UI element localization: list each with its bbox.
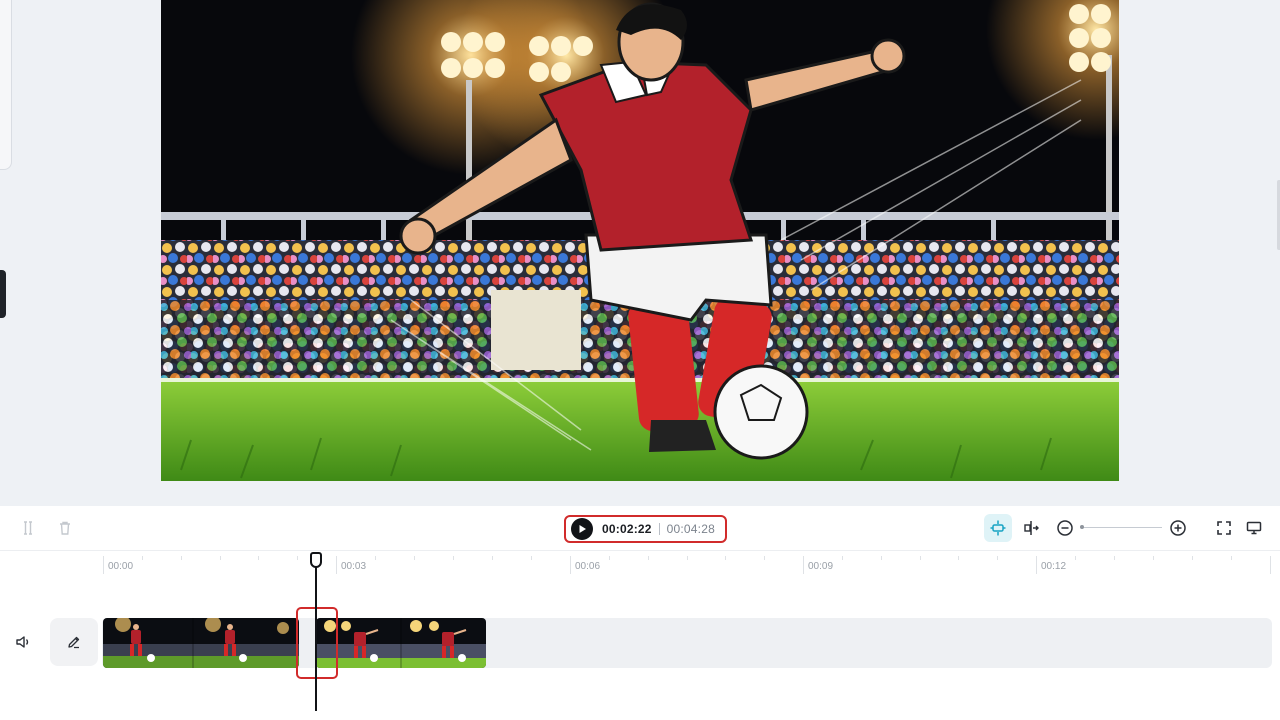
ruler-minor-tick bbox=[181, 556, 182, 560]
ruler-tick bbox=[803, 556, 804, 574]
canvas-area bbox=[0, 0, 1280, 506]
ruler-label: 00:06 bbox=[575, 561, 601, 572]
time-separator bbox=[658, 523, 660, 535]
playback-controls: 00:02:22 00:04:28 bbox=[564, 515, 727, 543]
ruler-minor-tick bbox=[881, 556, 882, 560]
timeline[interactable]: 00:00 00:03 00:06 00:09 00:12 bbox=[0, 550, 1280, 720]
zoom-slider-track bbox=[1082, 527, 1162, 528]
pencil-icon[interactable] bbox=[50, 618, 98, 666]
auto-snap-icon[interactable] bbox=[984, 514, 1012, 542]
zoom-slider[interactable] bbox=[1080, 525, 1162, 530]
transition-highlight[interactable] bbox=[296, 607, 338, 679]
clip-thumbnails bbox=[316, 618, 486, 668]
ruler-label: 00:09 bbox=[808, 561, 834, 572]
video-editor: 00:02:22 00:04:28 00:00 00:03 00:06 00:0… bbox=[0, 0, 1280, 720]
ruler-minor-tick bbox=[725, 556, 726, 560]
ruler-minor-tick bbox=[920, 556, 921, 560]
ruler-minor-tick bbox=[220, 556, 221, 560]
clip-thumbnails bbox=[103, 618, 299, 668]
ruler-tick bbox=[103, 556, 104, 574]
ruler-minor-tick bbox=[1192, 556, 1193, 560]
ruler-tick bbox=[1036, 556, 1037, 574]
left-panel-collapse-handle[interactable] bbox=[0, 270, 6, 318]
fullscreen-icon[interactable] bbox=[1212, 516, 1236, 540]
ruler-minor-tick bbox=[142, 556, 143, 560]
left-panel-edge bbox=[0, 0, 12, 170]
current-time: 00:02:22 bbox=[602, 522, 652, 536]
ruler-minor-tick bbox=[687, 556, 688, 560]
ruler-minor-tick bbox=[764, 556, 765, 560]
ruler-label: 00:00 bbox=[108, 561, 134, 572]
video-clip[interactable] bbox=[103, 618, 299, 668]
split-icon[interactable] bbox=[16, 516, 40, 540]
ruler-minor-tick bbox=[1153, 556, 1154, 560]
ruler-minor-tick bbox=[258, 556, 259, 560]
ruler-minor-tick bbox=[997, 556, 998, 560]
ruler-minor-tick bbox=[375, 556, 376, 560]
ruler-tick bbox=[1270, 556, 1271, 574]
play-icon bbox=[579, 525, 586, 533]
playhead-handle[interactable] bbox=[310, 552, 322, 568]
preview-frame-image bbox=[161, 0, 1119, 481]
ruler-minor-tick bbox=[297, 556, 298, 560]
ruler-minor-tick bbox=[842, 556, 843, 560]
ruler-tick bbox=[570, 556, 571, 574]
trash-icon[interactable] bbox=[53, 516, 77, 540]
ruler-minor-tick bbox=[453, 556, 454, 560]
video-preview[interactable] bbox=[161, 0, 1119, 481]
ruler-minor-tick bbox=[414, 556, 415, 560]
split-align-icon[interactable] bbox=[1019, 516, 1043, 540]
ruler-minor-tick bbox=[609, 556, 610, 560]
monitor-icon[interactable] bbox=[1242, 516, 1266, 540]
ruler-minor-tick bbox=[492, 556, 493, 560]
zoom-in-icon[interactable] bbox=[1166, 516, 1190, 540]
ruler-tick bbox=[336, 556, 337, 574]
ruler-minor-tick bbox=[1114, 556, 1115, 560]
zoom-slider-thumb[interactable] bbox=[1080, 525, 1084, 529]
ruler-minor-tick bbox=[531, 556, 532, 560]
speaker-icon[interactable] bbox=[12, 631, 34, 653]
video-clip[interactable] bbox=[316, 618, 486, 668]
zoom-out-icon[interactable] bbox=[1053, 516, 1077, 540]
total-duration: 00:04:28 bbox=[666, 522, 715, 536]
ruler-minor-tick bbox=[1231, 556, 1232, 560]
ruler-minor-tick bbox=[1075, 556, 1076, 560]
ruler-minor-tick bbox=[958, 556, 959, 560]
timeline-ruler[interactable]: 00:00 00:03 00:06 00:09 00:12 bbox=[0, 551, 1280, 579]
ruler-label: 00:12 bbox=[1041, 561, 1067, 572]
ruler-minor-tick bbox=[648, 556, 649, 560]
play-button[interactable] bbox=[571, 518, 593, 540]
ruler-label: 00:03 bbox=[341, 561, 367, 572]
playhead[interactable] bbox=[315, 559, 317, 711]
